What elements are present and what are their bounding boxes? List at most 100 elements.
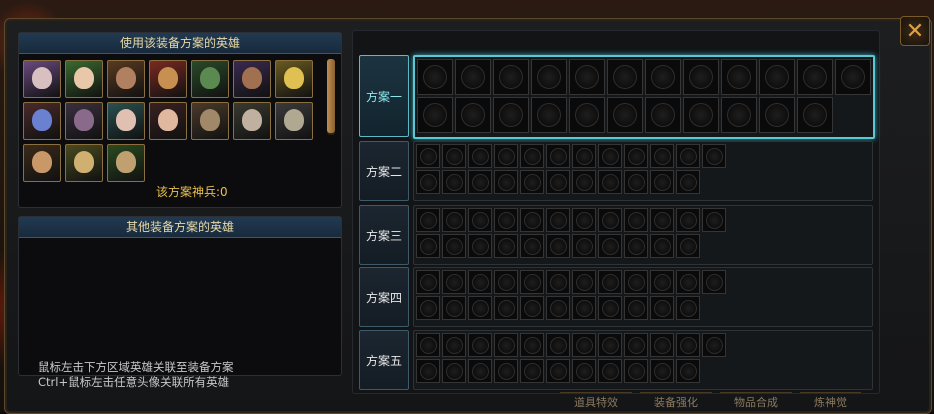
equipment-slot[interactable] [759, 59, 795, 95]
equipment-slot[interactable] [416, 270, 440, 294]
equipment-slot[interactable] [494, 144, 518, 168]
equipment-slot[interactable] [569, 97, 605, 133]
equipment-slot[interactable] [572, 270, 596, 294]
equipment-slot[interactable] [442, 208, 466, 232]
equipment-slot[interactable] [572, 333, 596, 357]
hero-portrait-11[interactable] [149, 102, 187, 140]
hero-portrait-14[interactable] [275, 102, 313, 140]
equipment-slot[interactable] [546, 170, 570, 194]
equipment-slot[interactable] [624, 359, 648, 383]
equipment-slot[interactable] [572, 144, 596, 168]
equipment-slot[interactable] [598, 296, 622, 320]
equipment-slot[interactable] [416, 359, 440, 383]
equipment-slot[interactable] [520, 333, 544, 357]
equipment-slot[interactable] [676, 296, 700, 320]
plan-tab-5[interactable]: 方案五 [359, 330, 409, 390]
equipment-slot[interactable] [645, 59, 681, 95]
equipment-slot[interactable] [676, 144, 700, 168]
plan-tab-4[interactable]: 方案四 [359, 267, 409, 327]
equipment-slot[interactable] [607, 97, 643, 133]
hero-portrait-2[interactable] [65, 60, 103, 98]
equipment-slot[interactable] [416, 296, 440, 320]
equipment-slot[interactable] [442, 170, 466, 194]
hero-portrait-5[interactable] [191, 60, 229, 98]
equipment-slot[interactable] [442, 144, 466, 168]
equipment-slot[interactable] [468, 333, 492, 357]
equipment-slot[interactable] [416, 170, 440, 194]
bottom-tab-2[interactable]: 装备强化 [640, 392, 712, 411]
equipment-slot[interactable] [442, 270, 466, 294]
hero-portrait-4[interactable] [149, 60, 187, 98]
equipment-slot[interactable] [759, 97, 795, 133]
hero-portrait-12[interactable] [191, 102, 229, 140]
equipment-slot[interactable] [546, 359, 570, 383]
equipment-slot[interactable] [650, 270, 674, 294]
equipment-slot[interactable] [624, 234, 648, 258]
equipment-slot[interactable] [650, 234, 674, 258]
equipment-slot[interactable] [683, 59, 719, 95]
equipment-slot[interactable] [598, 359, 622, 383]
equipment-slot[interactable] [572, 296, 596, 320]
hero-portrait-17[interactable] [107, 144, 145, 182]
bottom-tab-4[interactable]: 炼神觉 [800, 392, 861, 411]
equipment-slot[interactable] [468, 234, 492, 258]
equipment-slot[interactable] [676, 234, 700, 258]
hero-portrait-8[interactable] [23, 102, 61, 140]
equipment-slot[interactable] [624, 333, 648, 357]
equipment-slot[interactable] [546, 234, 570, 258]
equipment-slot[interactable] [520, 208, 544, 232]
equipment-slot[interactable] [624, 170, 648, 194]
equipment-slot[interactable] [520, 270, 544, 294]
equipment-slot[interactable] [572, 234, 596, 258]
equipment-slot[interactable] [572, 170, 596, 194]
equipment-slot[interactable] [624, 270, 648, 294]
plan-tab-3[interactable]: 方案三 [359, 205, 409, 265]
equipment-slot[interactable] [520, 170, 544, 194]
equipment-slot[interactable] [546, 144, 570, 168]
equipment-slot[interactable] [572, 208, 596, 232]
equipment-slot[interactable] [702, 270, 726, 294]
equipment-slot[interactable] [416, 208, 440, 232]
equipment-slot[interactable] [531, 59, 567, 95]
equipment-slot[interactable] [721, 59, 757, 95]
equipment-slot[interactable] [494, 270, 518, 294]
equipment-slot[interactable] [520, 296, 544, 320]
equipment-slot[interactable] [442, 333, 466, 357]
hero-portrait-9[interactable] [65, 102, 103, 140]
equipment-slot[interactable] [702, 208, 726, 232]
equipment-slot[interactable] [442, 234, 466, 258]
hero-scrollbar-thumb[interactable] [327, 59, 335, 133]
equipment-slot[interactable] [702, 144, 726, 168]
other-heroes-box[interactable]: 其他装备方案的英雄 [18, 216, 342, 376]
equipment-slot[interactable] [442, 296, 466, 320]
equipment-slot[interactable] [797, 59, 833, 95]
equipment-slot[interactable] [494, 208, 518, 232]
equipment-slot[interactable] [442, 359, 466, 383]
equipment-slot[interactable] [676, 270, 700, 294]
equipment-slot[interactable] [598, 234, 622, 258]
equipment-slot[interactable] [835, 59, 871, 95]
hero-portrait-6[interactable] [233, 60, 271, 98]
equipment-slot[interactable] [645, 97, 681, 133]
equipment-slot[interactable] [468, 144, 492, 168]
equipment-slot[interactable] [546, 208, 570, 232]
equipment-slot[interactable] [546, 296, 570, 320]
equipment-slot[interactable] [520, 359, 544, 383]
equipment-slot[interactable] [468, 170, 492, 194]
hero-portrait-3[interactable] [107, 60, 145, 98]
equipment-slot[interactable] [598, 170, 622, 194]
equipment-slot[interactable] [520, 234, 544, 258]
equipment-slot[interactable] [455, 97, 491, 133]
equipment-slot[interactable] [455, 59, 491, 95]
hero-portrait-16[interactable] [65, 144, 103, 182]
equipment-slot[interactable] [494, 359, 518, 383]
close-button[interactable]: ✕ [900, 16, 930, 46]
equipment-slot[interactable] [494, 234, 518, 258]
equipment-slot[interactable] [683, 97, 719, 133]
equipment-slot[interactable] [598, 144, 622, 168]
equipment-slot[interactable] [650, 333, 674, 357]
equipment-slot[interactable] [624, 296, 648, 320]
equipment-slot[interactable] [624, 208, 648, 232]
hero-portrait-1[interactable] [23, 60, 61, 98]
bottom-tab-3[interactable]: 物品合成 [720, 392, 792, 411]
